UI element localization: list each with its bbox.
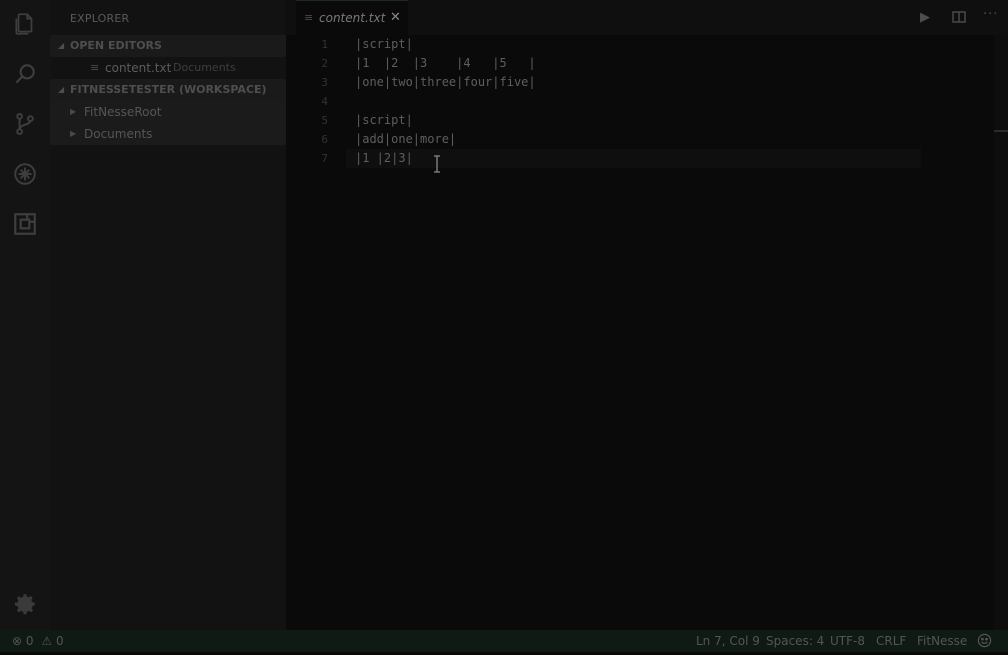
error-count: 0 <box>25 634 34 648</box>
code-line[interactable]: |add|one|more| <box>355 132 456 146</box>
warning-count: 0 <box>55 634 64 648</box>
more-actions-icon[interactable]: ··· <box>983 7 998 22</box>
open-editor-filename: content.txt <box>105 61 172 75</box>
open-editors-header[interactable]: ◢ OPEN EDITORS <box>50 35 286 57</box>
scrollbar[interactable] <box>994 35 1008 630</box>
activity-bar <box>0 0 50 630</box>
encoding-setting[interactable]: UTF-8 <box>830 630 865 652</box>
code-line[interactable]: |1 |2 |3 |4 |5 | <box>355 56 536 70</box>
search-icon[interactable] <box>11 60 39 88</box>
status-bar: ⊗ 0 ⚠ 0 Ln 7, Col 9 Spaces: 4 UTF-8 CRLF… <box>0 630 1008 652</box>
scrollbar-marker <box>994 130 1008 132</box>
debug-icon[interactable] <box>11 160 39 188</box>
gear-icon[interactable] <box>11 590 39 618</box>
code-line[interactable]: |one|two|three|four|five| <box>355 75 536 89</box>
tree-item-label: FitNesseRoot <box>84 105 162 119</box>
sidebar-title: EXPLORER <box>70 12 130 25</box>
cursor-position[interactable]: Ln 7, Col 9 <box>696 630 760 652</box>
problems-indicator[interactable]: ⊗ 0 ⚠ 0 <box>12 630 64 652</box>
open-editor-item[interactable]: ≡ content.txt Documents <box>50 57 286 79</box>
code-line[interactable]: |script| <box>355 113 413 127</box>
tree-item-documents[interactable]: ▶ Documents <box>50 123 286 145</box>
line-number: 4 <box>321 95 328 108</box>
chevron-down-icon: ◢ <box>58 85 65 94</box>
tree-item-fitnesseroot[interactable]: ▶ FitNesseRoot <box>50 101 286 123</box>
code-line[interactable]: |1 |2|3| <box>355 151 413 165</box>
file-lines-icon: ≡ <box>90 61 100 74</box>
line-number: 6 <box>321 133 328 146</box>
file-lines-icon: ≡ <box>304 11 314 24</box>
error-icon: ⊗ <box>12 634 23 648</box>
split-editor-icon[interactable] <box>952 11 966 27</box>
workspace-label: FITNESSETESTER (WORKSPACE) <box>70 83 267 96</box>
tab-content-txt[interactable]: ≡ content.txt ✕ <box>296 0 408 36</box>
tree-item-label: Documents <box>84 127 153 141</box>
line-number: 1 <box>321 38 328 51</box>
tab-bar: ≡ content.txt ✕ ▶ ··· <box>286 0 1008 36</box>
open-editor-folder: Documents <box>173 61 236 74</box>
editor-pane[interactable]: 1 2 3 4 5 6 7 |script| |1 |2 |3 |4 |5 | … <box>286 35 1008 630</box>
line-number: 5 <box>321 114 328 127</box>
language-mode[interactable]: FitNesse <box>917 630 967 652</box>
line-number: 2 <box>321 57 328 70</box>
chevron-down-icon: ◢ <box>58 41 65 50</box>
line-number: 3 <box>321 76 328 89</box>
line-ending-setting[interactable]: CRLF <box>876 630 906 652</box>
indentation-setting[interactable]: Spaces: 4 <box>766 630 824 652</box>
code-line[interactable]: |script| <box>355 37 413 51</box>
chevron-right-icon: ▶ <box>70 129 77 138</box>
explorer-sidebar: EXPLORER ◢ OPEN EDITORS ≡ content.txt Do… <box>50 0 286 630</box>
chevron-right-icon: ▶ <box>70 107 77 116</box>
open-editors-label: OPEN EDITORS <box>70 39 162 52</box>
warning-icon: ⚠ <box>41 634 53 648</box>
workspace-header[interactable]: ◢ FITNESSETESTER (WORKSPACE) <box>50 79 286 101</box>
line-number: 7 <box>321 152 328 165</box>
text-cursor-icon <box>432 155 442 177</box>
source-control-icon[interactable] <box>11 110 39 138</box>
run-icon[interactable]: ▶ <box>920 10 930 25</box>
extensions-icon[interactable] <box>11 210 39 238</box>
tab-label: content.txt <box>319 11 386 25</box>
files-icon[interactable] <box>11 10 39 38</box>
close-icon[interactable]: ✕ <box>390 10 401 25</box>
